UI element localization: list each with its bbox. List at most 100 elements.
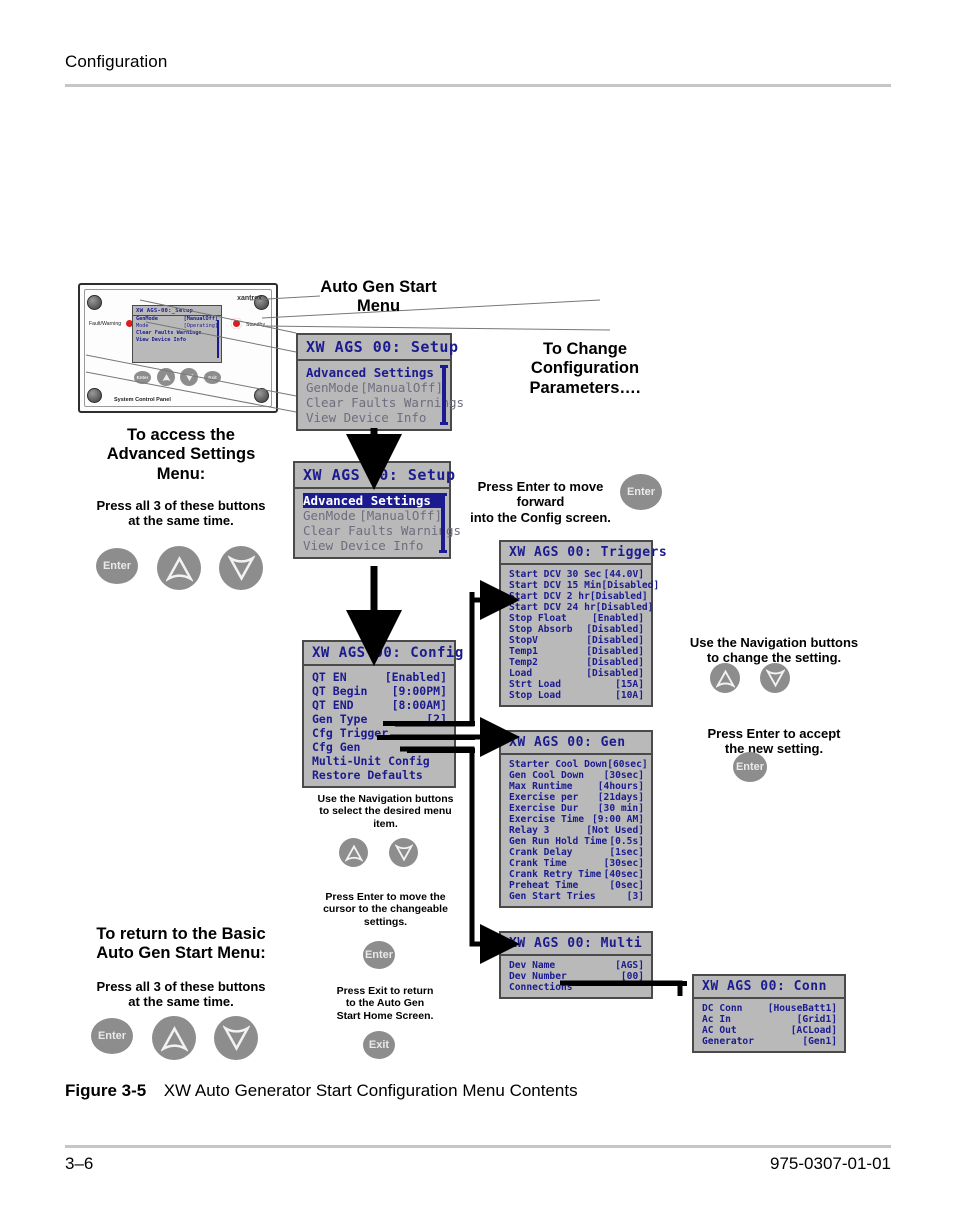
screen-row[interactable]: Max Runtime [4hours] — [509, 781, 644, 792]
screen-row[interactable]: Gen Cool Down [30sec] — [509, 770, 644, 781]
callout-access-advanced-settings-sub: Press all 3 of these buttons at the same… — [96, 498, 266, 529]
return-down-button[interactable] — [214, 1016, 258, 1060]
screen-row[interactable]: DC Conn [HouseBatt1] — [702, 1003, 837, 1014]
row-value: [30sec] — [603, 858, 644, 869]
callout-press-exit-return: Press Exit to return to the Auto Gen Sta… — [336, 985, 434, 1022]
row-key: Load — [509, 668, 533, 679]
screen-row[interactable]: Clear Faults Warnings — [303, 523, 461, 538]
screen-scrollbar[interactable] — [440, 365, 448, 425]
standby-led — [231, 318, 242, 329]
screen-row[interactable]: Start DCV 15 Min [Disabled] — [509, 580, 659, 591]
row-value: [44.0V] — [603, 569, 644, 580]
device-lcd-row: GenMode [ManualOff] — [133, 316, 221, 323]
screen-title: XW AGS 00: Setup — [298, 335, 458, 361]
screw-bottom-left — [87, 388, 102, 403]
row-key: Temp1 — [509, 646, 538, 657]
screen-row[interactable]: Stop Float [Enabled] — [509, 613, 644, 624]
screen-row[interactable]: Stop Load [10A] — [509, 690, 644, 701]
screen-row[interactable]: Load [Disabled] — [509, 668, 644, 679]
row-key: Crank Delay — [509, 847, 573, 858]
row-value: [Disabled] — [589, 591, 648, 602]
screen-row[interactable]: Starter Cool Down [60sec] — [509, 759, 648, 770]
return-up-button[interactable] — [152, 1016, 196, 1060]
screen-row[interactable]: QT END [8:00AM] — [312, 698, 447, 712]
row-key: AC Out — [702, 1025, 737, 1036]
screen-setup-advanced: XW AGS 00: Setup Advanced Settings GenMo… — [293, 461, 461, 559]
screen-row-restore-defaults[interactable]: Restore Defaults — [312, 768, 447, 782]
screen-row[interactable]: Preheat Time [0sec] — [509, 880, 644, 891]
row-value: [Enabled] — [592, 613, 644, 624]
select-item-up-button[interactable] — [339, 838, 368, 867]
screen-row[interactable]: Generator [Gen1] — [702, 1036, 837, 1047]
screen-row[interactable]: Dev Name [AGS] — [509, 960, 644, 971]
footer-rule — [65, 1145, 891, 1148]
screen-row[interactable]: Crank Retry Time [40sec] — [509, 869, 644, 880]
row-value: [AGS] — [615, 960, 644, 971]
screen-row[interactable]: Exercise per [21days] — [509, 792, 644, 803]
screen-row[interactable]: AC Out [ACLoad] — [702, 1025, 837, 1036]
screen-scrollbar[interactable] — [439, 493, 447, 553]
screen-row[interactable]: Exercise Time [9:00 AM] — [509, 814, 644, 825]
screen-row[interactable]: Stop Absorb [Disabled] — [509, 624, 644, 635]
row-key: Gen Start Tries — [509, 891, 596, 902]
screen-body: Advanced Settings GenMode [ManualOff] Cl… — [295, 489, 461, 557]
device-exit-button[interactable]: Exit — [204, 371, 221, 384]
row-key: GenMode — [303, 508, 356, 523]
screen-row[interactable]: Exercise Dur [30 min] — [509, 803, 644, 814]
screen-row[interactable]: Crank Time [30sec] — [509, 858, 644, 869]
screen-row[interactable]: GenMode [ManualOff] — [306, 380, 443, 395]
access-enter-button[interactable]: Enter — [96, 548, 138, 584]
screen-row[interactable]: Start DCV 24 hr [Disabled] — [509, 602, 653, 613]
callout-auto-gen-start-menu: Auto Gen Start Menu — [320, 278, 437, 316]
screen-row[interactable]: Temp1 [Disabled] — [509, 646, 644, 657]
access-down-button[interactable] — [219, 546, 263, 590]
forward-enter-button[interactable]: Enter — [620, 474, 662, 510]
screen-row[interactable]: Strt Load [15A] — [509, 679, 644, 690]
row-value: [60sec] — [607, 759, 648, 770]
screen-row[interactable]: View Device Info — [303, 538, 442, 553]
screen-row[interactable]: Crank Delay [1sec] — [509, 847, 644, 858]
row-key: Start DCV 30 Sec — [509, 569, 602, 580]
row-key: Stop Float — [509, 613, 567, 624]
screen-row[interactable]: Gen Run Hold Time [0.5s] — [509, 836, 644, 847]
row-key: Clear Faults Warnings — [303, 523, 462, 538]
screen-row[interactable]: QT Begin [9:00PM] — [312, 684, 447, 698]
callout-press-enter-cursor: Press Enter to move the cursor to the ch… — [323, 891, 448, 928]
up-arrow-icon — [344, 844, 363, 862]
screen-row[interactable]: Ac In [Grid1] — [702, 1014, 837, 1025]
cursor-enter-button[interactable]: Enter — [363, 941, 395, 969]
change-setting-down-button[interactable] — [760, 663, 790, 693]
screen-row[interactable]: StopV [Disabled] — [509, 635, 644, 646]
screen-row-selected[interactable]: Advanced Settings — [303, 493, 442, 508]
row-key: Ac In — [702, 1014, 731, 1025]
device-down-button[interactable] — [180, 368, 198, 386]
screen-row-multi-unit-config[interactable]: Multi-Unit Config — [312, 754, 447, 768]
screen-row[interactable]: Start DCV 2 hr [Disabled] — [509, 591, 648, 602]
screen-row[interactable]: Start DCV 30 Sec [44.0V] — [509, 569, 644, 580]
screen-row[interactable]: Clear Faults Warnings — [306, 395, 464, 410]
screen-row[interactable]: Relay 3 [Not Used] — [509, 825, 644, 836]
screen-row[interactable]: GenMode [ManualOff] — [303, 508, 442, 523]
row-value: [Disabled] — [586, 624, 644, 635]
device-enter-button[interactable]: Enter — [134, 371, 151, 384]
row-value: [30 min] — [597, 803, 644, 814]
device-up-button[interactable] — [157, 368, 175, 386]
screen-row[interactable]: Advanced Settings — [306, 365, 443, 380]
screw-bottom-right — [254, 388, 269, 403]
device-lcd: XW AGS-00:_Setup GenMode [ManualOff] Mod… — [132, 305, 222, 363]
change-setting-up-button[interactable] — [710, 663, 740, 693]
screen-row[interactable]: Temp2 [Disabled] — [509, 657, 644, 668]
access-up-button[interactable] — [157, 546, 201, 590]
accept-enter-button[interactable]: Enter — [733, 752, 767, 782]
return-enter-button[interactable]: Enter — [91, 1018, 133, 1054]
exit-button[interactable]: Exit — [363, 1031, 395, 1059]
row-key: View Device Info — [306, 410, 427, 425]
row-value: [Disabled] — [586, 657, 644, 668]
select-item-down-button[interactable] — [389, 838, 418, 867]
row-value: [1sec] — [609, 847, 644, 858]
screen-row[interactable]: QT EN [Enabled] — [312, 670, 447, 684]
screen-title: XW AGS 00: Conn — [694, 976, 844, 999]
screen-row[interactable]: Gen Start Tries [3] — [509, 891, 644, 902]
screen-row[interactable]: View Device Info — [306, 410, 443, 425]
up-arrow-icon — [161, 373, 171, 381]
